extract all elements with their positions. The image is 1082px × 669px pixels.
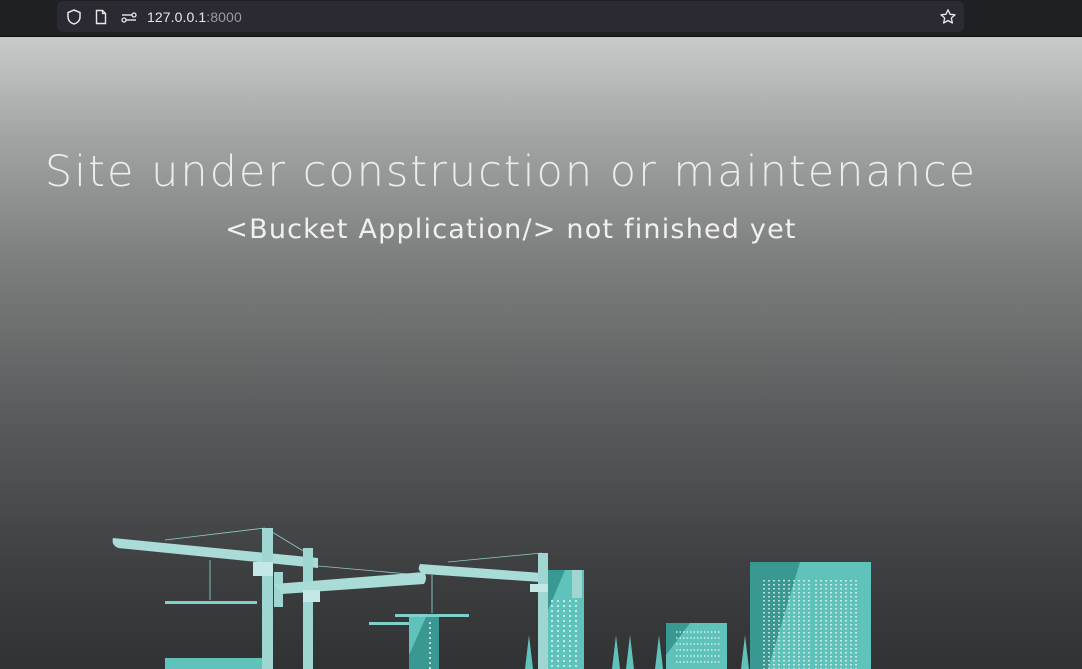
url-port: :8000 bbox=[206, 9, 242, 25]
page-icon[interactable] bbox=[92, 8, 110, 26]
ground-slab bbox=[165, 658, 265, 669]
building-medium bbox=[666, 623, 727, 669]
construction-illustration bbox=[112, 527, 871, 669]
building-large bbox=[750, 562, 871, 669]
url-host: 127.0.0.1 bbox=[147, 9, 207, 25]
url-text[interactable]: 127.0.0.1:8000 bbox=[147, 9, 242, 25]
page-content: Site under construction or maintenance <… bbox=[0, 37, 1082, 669]
crane-2 bbox=[274, 548, 426, 669]
shield-icon[interactable] bbox=[65, 8, 83, 26]
bookmark-star-icon[interactable] bbox=[939, 8, 957, 26]
building-tall bbox=[548, 570, 584, 669]
address-bar[interactable]: 127.0.0.1:8000 bbox=[57, 1, 964, 32]
browser-toolbar: 127.0.0.1:8000 bbox=[0, 0, 1082, 37]
tower-small bbox=[409, 617, 439, 669]
permissions-icon[interactable] bbox=[120, 8, 138, 26]
crane-1 bbox=[112, 527, 318, 669]
